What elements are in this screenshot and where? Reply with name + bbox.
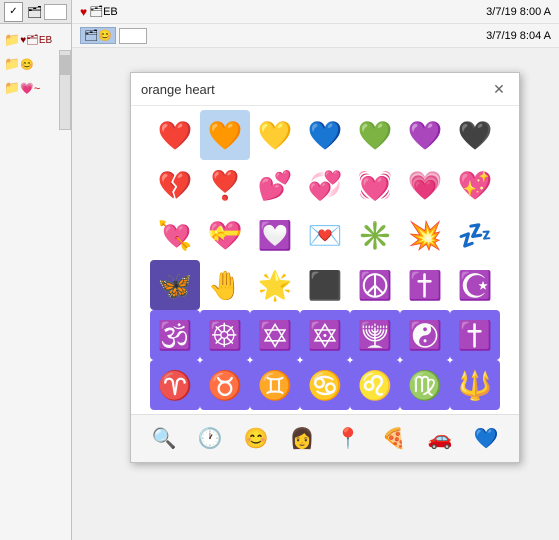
- popup-title: orange heart: [141, 82, 215, 97]
- left-scrollbar-thumb: [60, 55, 70, 75]
- emoji-cell-36[interactable]: ♉: [200, 360, 250, 410]
- close-button[interactable]: ✕: [489, 79, 509, 99]
- toolbar-pizza-btn[interactable]: 🍕: [376, 421, 412, 457]
- emoji-cell-0[interactable]: ❤️: [150, 110, 200, 160]
- emoji-cell-2[interactable]: 💛: [250, 110, 300, 160]
- header-label-1: 🗂EB: [89, 5, 118, 18]
- header-bar: ♥ 🗂EB 3/7/19 8:00 A 🗂😊 3/7/19 8:04 A: [72, 0, 559, 48]
- emoji-cell-39[interactable]: ♌: [350, 360, 400, 410]
- heart-icon-row1: ♥🗂EB: [20, 35, 52, 46]
- emoji-cell-38[interactable]: ♋: [300, 360, 350, 410]
- emoji-cell-30[interactable]: ✡️: [250, 310, 300, 360]
- emoji-cell-35[interactable]: ♈: [150, 360, 200, 410]
- emoji-cell-25[interactable]: ☮️: [350, 260, 400, 310]
- emoji-cell-19[interactable]: 💥: [400, 210, 450, 260]
- left-panel-top: ✓ 🗂: [0, 0, 71, 24]
- emoji-grid: ❤️🧡💛💙💚💜🖤💔❣️💕💞💓💗💖💘💝💟💌✳️💥💤🦋🤚🌟⬛☮️✝️☪️🕉️☸️✡️…: [131, 106, 519, 414]
- folder-icon-1: 📁: [4, 32, 20, 48]
- header-row-2: 🗂😊 3/7/19 8:04 A: [72, 24, 559, 48]
- emoji-cell-27[interactable]: ☪️: [450, 260, 500, 310]
- emoji-cell-33[interactable]: ☯️: [400, 310, 450, 360]
- left-panel-input[interactable]: [44, 4, 67, 20]
- emoji-cell-41[interactable]: 🔱: [450, 360, 500, 410]
- emoji-cell-34[interactable]: ✝️: [450, 310, 500, 360]
- emoji-cell-9[interactable]: 💕: [250, 160, 300, 210]
- emoji-cell-31[interactable]: 🔯: [300, 310, 350, 360]
- toolbar-clock-btn[interactable]: 🕐: [192, 421, 228, 457]
- emoji-cell-24[interactable]: ⬛: [300, 260, 350, 310]
- emoji-cell-20[interactable]: 💤: [450, 210, 500, 260]
- toolbar-face-btn[interactable]: 👩: [284, 421, 320, 457]
- emoji-cell-12[interactable]: 💗: [400, 160, 450, 210]
- emoji-cell-6[interactable]: 🖤: [450, 110, 500, 160]
- emoji-cell-16[interactable]: 💟: [250, 210, 300, 260]
- header-icons-2: 🗂😊: [80, 27, 147, 44]
- toolbar-car-btn[interactable]: 🚗: [422, 421, 458, 457]
- header-timestamp-2: 3/7/19 8:04 A: [486, 30, 551, 42]
- emoji-cell-13[interactable]: 💖: [450, 160, 500, 210]
- emoji-cell-21[interactable]: 🦋: [150, 260, 200, 310]
- header-row-1: ♥ 🗂EB 3/7/19 8:00 A: [72, 0, 559, 24]
- left-panel-icon1: 🗂: [27, 5, 42, 19]
- left-panel-row-1: 📁 ♥🗂EB: [0, 28, 71, 52]
- header-icons-1: ♥ 🗂EB: [80, 5, 118, 19]
- toolbar-pin-btn[interactable]: 📍: [330, 421, 366, 457]
- emoji-cell-22[interactable]: 🤚: [200, 260, 250, 310]
- emoji-cell-4[interactable]: 💚: [350, 110, 400, 160]
- emoji-cell-1[interactable]: 🧡: [200, 110, 250, 160]
- checkbox[interactable]: ✓: [4, 2, 23, 22]
- checkbox-check: ✓: [9, 6, 17, 17]
- folder-icon-3: 📁: [4, 80, 20, 96]
- emoji-cell-8[interactable]: ❣️: [200, 160, 250, 210]
- folder-icon-2: 📁: [4, 56, 20, 72]
- heart-icon-header: ♥: [80, 5, 87, 19]
- emoji-cell-37[interactable]: ♊: [250, 360, 300, 410]
- toolbar-smiley-btn[interactable]: 😊: [238, 421, 274, 457]
- emoji-cell-14[interactable]: 💘: [150, 210, 200, 260]
- emoji-cell-28[interactable]: 🕉️: [150, 310, 200, 360]
- emoji-cell-3[interactable]: 💙: [300, 110, 350, 160]
- header-icon-group: 🗂😊: [80, 27, 116, 44]
- toolbar-search-btn[interactable]: 🔍: [146, 421, 182, 457]
- emoji-cell-18[interactable]: ✳️: [350, 210, 400, 260]
- popup-header: orange heart ✕: [131, 73, 519, 106]
- emoji-cell-15[interactable]: 💝: [200, 210, 250, 260]
- header-timestamp-1: 3/7/19 8:00 A: [486, 6, 551, 18]
- emoji-cell-23[interactable]: 🌟: [250, 260, 300, 310]
- icons-row2: 😊: [20, 58, 34, 71]
- icons-row3: 💗~: [20, 82, 40, 95]
- toolbar-heart-btn[interactable]: 💙: [468, 421, 504, 457]
- emoji-cell-17[interactable]: 💌: [300, 210, 350, 260]
- emoji-cell-11[interactable]: 💓: [350, 160, 400, 210]
- left-panel: ✓ 🗂 📁 ♥🗂EB 📁 😊 📁 💗~: [0, 0, 72, 540]
- emoji-cell-40[interactable]: ♍: [400, 360, 450, 410]
- left-scrollbar[interactable]: [59, 50, 71, 130]
- header-input-box[interactable]: [119, 28, 147, 44]
- emoji-cell-7[interactable]: 💔: [150, 160, 200, 210]
- emoji-cell-29[interactable]: ☸️: [200, 310, 250, 360]
- emoji-picker-popup: orange heart ✕ ❤️🧡💛💙💚💜🖤💔❣️💕💞💓💗💖💘💝💟💌✳️💥💤🦋…: [130, 72, 520, 463]
- popup-toolbar: 🔍 🕐 😊 👩 📍 🍕 🚗 💙: [131, 414, 519, 462]
- emoji-cell-10[interactable]: 💞: [300, 160, 350, 210]
- emoji-cell-5[interactable]: 💜: [400, 110, 450, 160]
- emoji-cell-26[interactable]: ✝️: [400, 260, 450, 310]
- emoji-cell-32[interactable]: 🕎: [350, 310, 400, 360]
